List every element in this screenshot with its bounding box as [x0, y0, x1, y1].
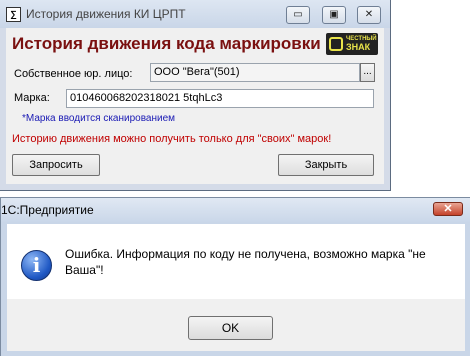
- dialog-titlebar: 1С:Предприятие ✕: [1, 198, 470, 222]
- chestny-znak-logo: ЧЕСТНЫЙ ЗНАК: [326, 33, 378, 55]
- select-entity-button[interactable]: ...: [360, 63, 375, 82]
- dialog-title: 1С:Предприятие: [1, 203, 94, 217]
- ok-button[interactable]: OK: [188, 316, 273, 340]
- scan-hint: *Марка вводится сканированием: [22, 113, 176, 124]
- error-dialog: 1С:Предприятие ✕ i Ошибка. Информация по…: [0, 197, 470, 356]
- error-message: Ошибка. Информация по коду не получена, …: [65, 247, 426, 277]
- window-titlebar: ∑ История движения КИ ЦРПТ ▭ ▣ ✕: [0, 0, 390, 28]
- info-icon: i: [21, 250, 52, 281]
- mark-input[interactable]: 010460068202318021 5tqhLc3: [66, 89, 374, 108]
- form-body: История движения кода маркировки ЧЕСТНЫЙ…: [6, 28, 384, 184]
- legal-entity-label: Собственное юр. лицо:: [14, 68, 133, 80]
- form-heading: История движения кода маркировки: [12, 34, 321, 53]
- minimize-button[interactable]: ▭: [286, 6, 310, 24]
- mark-label: Марка:: [14, 92, 50, 104]
- dialog-footer: OK: [7, 299, 465, 351]
- logo-mark-icon: [329, 37, 343, 51]
- dialog-body: i Ошибка. Информация по коду не получена…: [7, 224, 465, 299]
- window-close-button[interactable]: ✕: [357, 6, 381, 24]
- own-marks-warning: Историю движения можно получить только д…: [12, 133, 332, 145]
- window-title: История движения КИ ЦРПТ: [26, 7, 186, 21]
- maximize-button[interactable]: ▣: [322, 6, 346, 24]
- legal-entity-field[interactable]: ООО "Вега"(501): [150, 63, 360, 82]
- tracking-history-window: ∑ История движения КИ ЦРПТ ▭ ▣ ✕ История…: [0, 0, 391, 191]
- close-form-button[interactable]: Закрыть: [278, 154, 374, 176]
- app-icon: ∑: [6, 7, 21, 22]
- logo-text-line2: ЗНАК: [346, 42, 371, 52]
- request-button[interactable]: Запросить: [12, 154, 100, 176]
- dialog-close-button[interactable]: ✕: [433, 202, 463, 216]
